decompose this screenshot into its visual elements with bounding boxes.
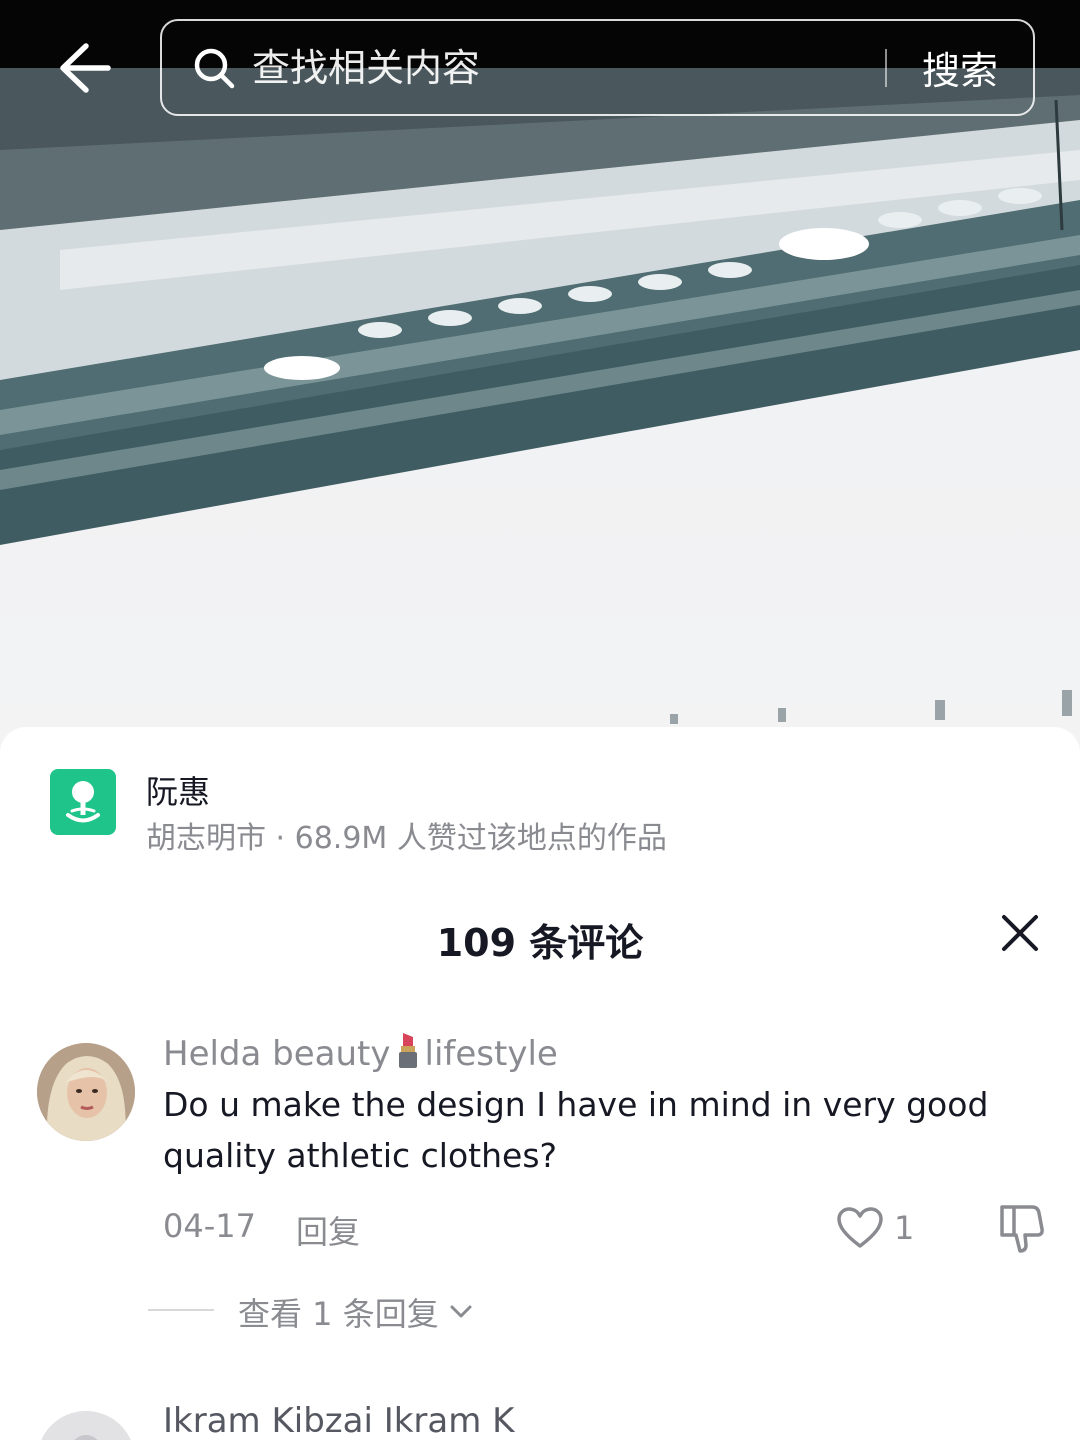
location-name: 阮惠: [146, 773, 211, 811]
arrow-left-icon: [60, 43, 111, 93]
thumbs-down-icon: [1000, 1205, 1044, 1253]
replies-divider-line: [148, 1309, 214, 1311]
comments-sheet: 阮惠 胡志明市 · 68.9M 人赞过该地点的作品 109 条评论 Helda …: [0, 727, 1080, 1440]
dislike-button[interactable]: [994, 1201, 1048, 1255]
close-icon: [1002, 915, 1038, 951]
close-button[interactable]: [990, 903, 1050, 963]
comment-username[interactable]: Ikram Kibzai Ikram K: [163, 1401, 514, 1440]
view-replies-label: 查看 1 条回复: [238, 1295, 439, 1333]
location-pin-icon: [50, 769, 116, 835]
search-icon: [192, 44, 240, 92]
search-button[interactable]: 搜索: [887, 40, 1033, 95]
search-bar[interactable]: 搜索: [160, 19, 1035, 116]
username-text: Ikram Kibzai Ikram K: [163, 1401, 515, 1440]
username-text: Helda beauty: [163, 1034, 391, 1074]
avatar[interactable]: [37, 1043, 135, 1141]
comment-text: Do u make the design I have in mind in v…: [163, 1085, 989, 1175]
reply-button[interactable]: 回复: [296, 1207, 360, 1253]
chevron-down-icon: [450, 1305, 472, 1318]
back-button[interactable]: [52, 36, 116, 100]
location-link[interactable]: 阮惠 胡志明市 · 68.9M 人赞过该地点的作品: [50, 767, 1030, 856]
user-avatar-image: [37, 1043, 135, 1141]
like-count: 1: [894, 1209, 915, 1247]
like-button[interactable]: 1: [836, 1203, 914, 1253]
location-meta: 胡志明市 · 68.9M 人赞过该地点的作品: [146, 821, 667, 856]
avatar[interactable]: [37, 1411, 135, 1440]
default-avatar-icon: [37, 1411, 135, 1440]
username-text-suffix: lifestyle: [424, 1034, 558, 1074]
comments-count-title: 109 条评论: [436, 921, 644, 965]
lipstick-emoji-icon: [395, 1031, 421, 1078]
view-replies-button[interactable]: 查看 1 条回复: [238, 1289, 473, 1335]
search-input[interactable]: [252, 37, 885, 98]
heart-icon: [837, 1207, 883, 1248]
comment-date: 04-17: [163, 1207, 256, 1245]
comment-username[interactable]: Helda beauty lifestyle: [163, 1031, 558, 1078]
